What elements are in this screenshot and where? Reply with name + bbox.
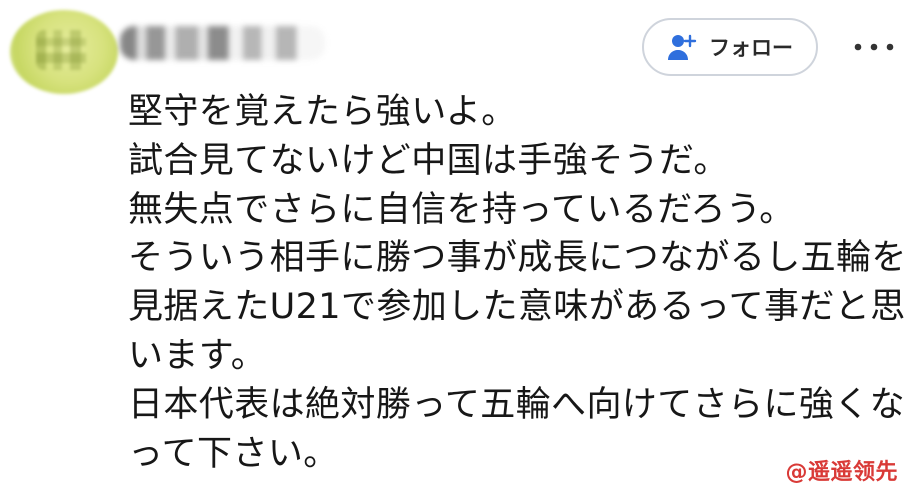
comment-line-4: そういう相手に勝つ事が成長につながるし五輪を	[128, 238, 907, 279]
comment-card: フォロー 堅守を覚えたら強いよ。 試合見てないけど中国は手強そうだ。 無失点でさ…	[0, 0, 920, 500]
username-redacted	[120, 26, 325, 60]
person-add-icon	[667, 33, 699, 61]
more-options-button[interactable]	[850, 34, 898, 58]
comment-line-3: 無失点でさらに自信を持っているだろう。	[128, 189, 795, 230]
watermark: @遥遥领先	[785, 460, 898, 485]
follow-button[interactable]: フォロー	[642, 18, 818, 76]
comment-line-5: 見据えたU21で参加した意味があるって事だと思	[128, 287, 906, 328]
comment-line-2: 試合見てないけど中国は手強そうだ。	[128, 140, 729, 181]
avatar[interactable]	[10, 10, 118, 94]
comment-line-8: って下さい。	[128, 433, 339, 474]
more-horizontal-icon	[852, 37, 896, 56]
comment-line-1: 堅守を覚えたら強いよ。	[128, 92, 517, 132]
comment-line-7: 日本代表は絶対勝って五輪へ向けてさらに強くな	[128, 384, 906, 425]
comment-body: 堅守を覚えたら強いよ。 試合見てないけど中国は手強そうだ。 無失点でさらに自信を…	[128, 88, 907, 478]
follow-label: フォロー	[709, 36, 793, 60]
comment-line-6: います。	[128, 335, 267, 376]
